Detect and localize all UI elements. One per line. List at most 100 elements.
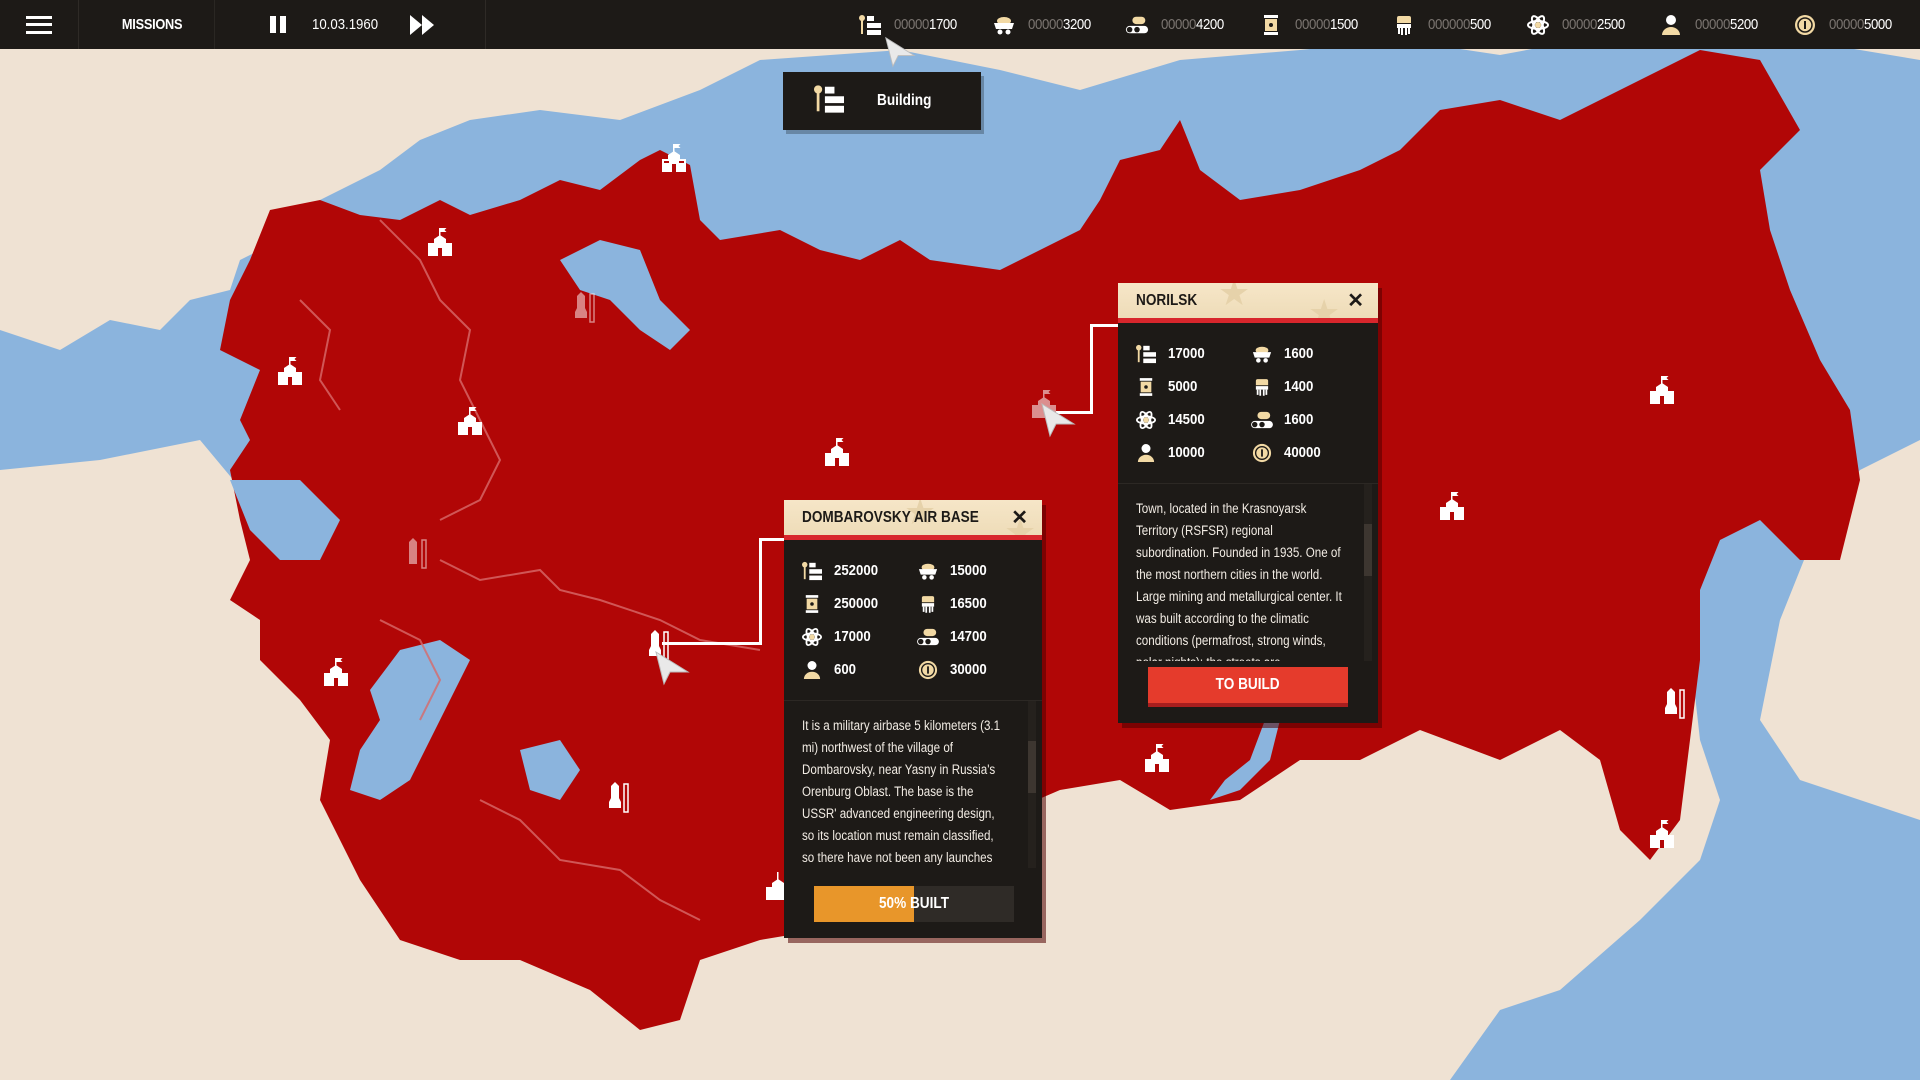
coin-icon	[1250, 443, 1274, 463]
cursor-pointer-icon	[1040, 402, 1076, 443]
stat-value: 17000	[834, 628, 871, 645]
resource-fuel: 000001500	[1259, 14, 1367, 36]
coin-icon	[916, 660, 940, 680]
rocket-launch-pad-icon[interactable]	[574, 290, 596, 331]
stat-value: 1600	[1284, 411, 1314, 428]
town-hall-icon[interactable]	[454, 405, 486, 442]
dombarovsky-connector-line	[759, 538, 785, 541]
resource-value: 3200	[1062, 16, 1091, 33]
close-button[interactable]: ✕	[1347, 291, 1364, 311]
resource-value: 500	[1469, 16, 1491, 33]
menu-button[interactable]	[0, 0, 79, 49]
resource-engine: 000000500	[1392, 14, 1499, 36]
stat-atom: 14500	[1134, 403, 1250, 436]
stat-value: 600	[834, 661, 857, 678]
rocket-launch-pad-icon[interactable]	[608, 780, 630, 821]
town-hall-icon[interactable]	[762, 870, 786, 907]
stat-value: 252000	[834, 562, 879, 579]
to-build-button[interactable]: TO BUILD	[1148, 667, 1348, 703]
description-box[interactable]: Town, located in the Krasnoyarsk Territo…	[1118, 483, 1378, 661]
building-tooltip: Building	[783, 72, 981, 130]
resource-value: 4200	[1195, 16, 1224, 33]
building-icon	[800, 561, 824, 581]
scrollbar-thumb[interactable]	[1028, 741, 1036, 793]
stat-value: 250000	[834, 595, 879, 612]
stat-value: 16500	[950, 595, 987, 612]
building-icon	[1134, 344, 1158, 364]
norilsk-info-panel: ★ ★ NORILSK ✕ 17000 1600 5000 1400 14500…	[1118, 283, 1378, 723]
stat-ore: 15000	[916, 554, 1032, 587]
coin-icon	[1793, 14, 1817, 36]
engine-icon	[916, 594, 940, 614]
stat-value: 15000	[950, 562, 987, 579]
atom-icon	[800, 627, 824, 647]
building-icon	[811, 84, 847, 119]
ore-cart-icon	[916, 561, 940, 581]
stat-value: 17000	[1168, 345, 1205, 362]
stat-value: 14500	[1168, 411, 1205, 428]
town-hall-icon[interactable]	[424, 226, 456, 263]
time-controls: 10.03.1960	[226, 0, 486, 49]
panel-title: NORILSK	[1136, 291, 1198, 309]
pause-icon[interactable]	[270, 16, 286, 33]
stat-value: 1600	[1284, 345, 1314, 362]
stat-value: 10000	[1168, 444, 1205, 461]
stat-value: 14700	[950, 628, 987, 645]
population-icon	[800, 660, 824, 680]
population-icon	[1659, 14, 1683, 36]
resource-population: 000005200	[1659, 14, 1767, 36]
close-button[interactable]: ✕	[1011, 508, 1028, 528]
panel-title: DOMBAROVSKY AIR BASE	[802, 508, 979, 526]
cost-stats: 17000 1600 5000 1400 14500 1600 10000 40…	[1118, 323, 1378, 475]
ore-cart-icon	[992, 14, 1016, 36]
population-icon	[1134, 443, 1158, 463]
town-hall-icon[interactable]	[274, 355, 306, 392]
engine-icon	[1392, 14, 1416, 36]
scrollbar[interactable]	[1028, 701, 1036, 868]
town-hall-icon[interactable]	[821, 436, 853, 473]
fast-forward-icon[interactable]	[410, 14, 434, 35]
town-hall-icon[interactable]	[658, 142, 690, 179]
stat-population: 600	[800, 653, 916, 686]
scrollbar-thumb[interactable]	[1364, 524, 1372, 576]
building-icon	[858, 14, 882, 36]
engine-icon	[1250, 377, 1274, 397]
norilsk-connector-line	[1090, 324, 1119, 327]
description-box[interactable]: It is a military airbase 5 kilometers (3…	[784, 700, 1042, 868]
stat-value: 5000	[1168, 378, 1198, 395]
description-text: Town, located in the Krasnoyarsk Territo…	[1136, 501, 1342, 661]
town-hall-icon[interactable]	[1646, 818, 1678, 855]
top-bar: MISSIONS 10.03.1960 000001700 000003200 …	[0, 0, 1920, 49]
stat-population: 10000	[1134, 436, 1250, 469]
stat-building: 17000	[1134, 337, 1250, 370]
cursor-pointer-icon	[884, 36, 916, 73]
town-hall-icon[interactable]	[1646, 374, 1678, 411]
stat-ore: 1600	[1250, 337, 1366, 370]
build-progress-bar[interactable]: 50% BUILT	[814, 886, 1014, 922]
star-decoration-icon: ★	[1308, 292, 1341, 323]
resource-counters: 000001700 000003200 000004200 000001500 …	[832, 0, 1900, 49]
town-hall-icon[interactable]	[320, 656, 352, 693]
stat-timber: 14700	[916, 620, 1032, 653]
stat-timber: 1600	[1250, 403, 1366, 436]
rocket-launch-pad-icon[interactable]	[1664, 686, 1686, 727]
resource-ore: 000003200	[992, 14, 1100, 36]
timber-icon	[916, 627, 940, 647]
rocket-launch-pad-icon[interactable]	[406, 536, 428, 577]
town-hall-icon[interactable]	[1141, 742, 1173, 779]
norilsk-connector-line	[1090, 324, 1093, 414]
timber-icon	[1125, 14, 1149, 36]
stat-coins: 30000	[916, 653, 1032, 686]
tooltip-label: Building	[877, 92, 932, 109]
dombarovsky-info-panel: ★ ★ DOMBAROVSKY AIR BASE ✕ 252000 15000 …	[784, 500, 1042, 938]
dombarovsky-connector-line	[662, 642, 762, 645]
atom-icon	[1526, 14, 1550, 36]
town-hall-icon[interactable]	[1436, 490, 1468, 527]
fuel-barrel-icon	[1134, 377, 1158, 397]
stat-value: 1400	[1284, 378, 1314, 395]
resource-timber: 000004200	[1125, 14, 1233, 36]
stat-value: 40000	[1284, 444, 1321, 461]
scrollbar[interactable]	[1364, 484, 1372, 661]
resource-atom: 000002500	[1526, 14, 1634, 36]
missions-button[interactable]: MISSIONS	[90, 0, 215, 49]
